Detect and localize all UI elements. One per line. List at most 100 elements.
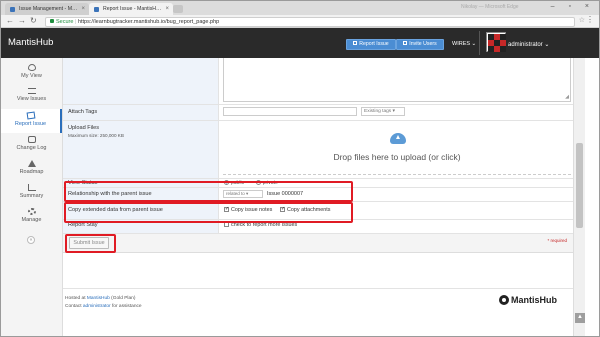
description-row: ◢: [63, 58, 573, 105]
sidebar-item-label: Summary: [19, 193, 44, 199]
close-tab-icon[interactable]: ×: [81, 3, 85, 15]
report-stay-row: Report Stay check to report more issues: [63, 220, 573, 234]
existing-tags-select[interactable]: Existing tags ▾: [361, 107, 405, 116]
sidebar-item-label: Manage: [21, 217, 42, 223]
sidebar-item-summary[interactable]: Summary: [1, 181, 62, 205]
sidebar-item-view-issues[interactable]: View Issues: [1, 85, 62, 109]
report-issue-button[interactable]: Report Issue: [346, 39, 396, 50]
url-text: https://learnbugtracker.mantishub.io/bug…: [77, 18, 220, 25]
browser-menu-icon[interactable]: ⋮: [586, 15, 594, 24]
cloud-upload-icon: [390, 133, 406, 144]
browser-tab-issue-management[interactable]: Issue Management - M… ×: [5, 3, 89, 15]
copy-notes-label: Copy issue notes: [231, 207, 273, 213]
parent-issue-id: Issue 0000007: [267, 191, 304, 197]
road-icon: [27, 160, 36, 167]
contact-link[interactable]: administrator: [83, 304, 111, 309]
hosted-line: Hosted at MantisHub (Gold Plan): [65, 296, 135, 301]
footer-logo: MantisHub: [499, 295, 557, 305]
mantishub-logo-icon: [499, 295, 509, 305]
window-controls[interactable]: – ▫ ×: [551, 3, 595, 10]
sidebar-item-label: Report Issue: [14, 121, 47, 127]
scroll-to-top-button[interactable]: ▲: [575, 313, 585, 323]
user-plus-icon: [403, 41, 408, 45]
copy-extended-label: Copy extended data from parent issue: [63, 202, 219, 219]
invite-users-button-label: Invite Users: [409, 41, 437, 47]
hosted-suffix: (Gold Plan): [111, 296, 136, 301]
report-stay-option-label: check to report more issues: [231, 222, 298, 228]
required-note: * required: [547, 238, 567, 243]
edit-icon: [26, 111, 35, 120]
gears-icon: [27, 208, 36, 215]
copy-extended-row: Copy extended data from parent issue Cop…: [63, 202, 573, 220]
report-stay-label: Report Stay: [63, 220, 219, 233]
bookmark-star-icon[interactable]: ☆: [579, 16, 585, 24]
user-menu[interactable]: administrator ⌄: [508, 41, 549, 48]
view-status-label: View Status: [63, 179, 219, 187]
sidebar-collapse-button[interactable]: «: [27, 236, 35, 244]
contact-line: Contact administrator for assistance: [65, 304, 142, 309]
lock-icon: [50, 19, 54, 23]
tag-input[interactable]: [223, 107, 357, 116]
sidebar-item-manage[interactable]: Manage: [1, 205, 62, 229]
close-tab-icon[interactable]: ×: [165, 3, 169, 15]
relationship-type-select[interactable]: related to ▾: [223, 190, 263, 198]
view-status-row: View Status public private: [63, 179, 573, 188]
additional-info-textarea[interactable]: ◢: [223, 58, 571, 102]
submit-row: Submit Issue * required: [63, 234, 573, 253]
sidebar-item-my-view[interactable]: My View: [1, 61, 62, 85]
browser-tab-report-issue[interactable]: Report Issue - MantisH… ×: [89, 3, 173, 15]
sidebar-item-change-log[interactable]: Change Log: [1, 133, 62, 157]
max-size-label: Maximum size: 250,000 KB: [68, 133, 124, 138]
copy-attachments-label: Copy attachments: [287, 207, 331, 213]
hosted-link[interactable]: MantisHub: [87, 296, 110, 301]
invite-users-button[interactable]: Invite Users: [396, 39, 444, 50]
relationship-row: Relationship with the parent issue relat…: [63, 188, 573, 202]
resize-handle-icon[interactable]: ◢: [565, 94, 569, 100]
forward-arrow-icon[interactable]: →: [18, 16, 26, 25]
project-selector[interactable]: WIRES ⌄: [452, 41, 476, 47]
copy-notes-checkbox[interactable]: [224, 206, 229, 212]
sidebar-item-label: View Issues: [16, 96, 47, 102]
copy-attachments-checkbox[interactable]: [280, 206, 285, 212]
view-status-public-label: public: [231, 180, 245, 186]
favicon-icon: [94, 6, 99, 12]
report-issue-form: ◢ Attach Tags Existing tags ▾ Upload Fil…: [63, 58, 573, 336]
sidebar-item-label: Change Log: [16, 145, 47, 151]
report-stay-checkbox[interactable]: [224, 222, 229, 227]
address-bar: ← → ↻ Secure | https://learnbugtracker.m…: [1, 15, 599, 28]
upload-files-label: Upload Files: [68, 125, 100, 131]
submit-issue-button[interactable]: Submit Issue: [69, 237, 109, 249]
file-dropzone[interactable]: Drop files here to upload (or click): [223, 123, 571, 175]
avatar[interactable]: [486, 32, 506, 52]
relationship-type-value: related to: [226, 191, 245, 196]
sidebar: My View View Issues Report Issue Change …: [1, 58, 63, 336]
sidebar-item-label: Roadmap: [19, 169, 44, 175]
hosted-prefix: Hosted at: [65, 296, 86, 301]
sidebar-item-report-issue[interactable]: Report Issue: [1, 109, 62, 133]
page-footer: Hosted at MantisHub (Gold Plan) Contact …: [63, 288, 573, 336]
view-status-private-label: private: [262, 180, 278, 186]
report-issue-button-label: Report Issue: [359, 41, 389, 47]
secure-label: Secure: [56, 18, 74, 25]
blurred-window-title: Nikolay — Microsoft Edge: [461, 4, 519, 10]
scrollbar-thumb[interactable]: [576, 143, 583, 228]
sidebar-item-roadmap[interactable]: Roadmap: [1, 157, 62, 181]
tab-label: Report Issue - MantisH…: [103, 6, 162, 12]
back-arrow-icon[interactable]: ←: [6, 16, 14, 25]
browser-window: Issue Management - M… × Report Issue - M…: [0, 0, 600, 337]
contact-prefix: Contact: [65, 304, 82, 309]
attach-tags-label: Attach Tags: [63, 105, 219, 120]
url-field[interactable]: Secure | https://learnbugtracker.mantish…: [45, 16, 575, 27]
upload-files-row: Upload Files Maximum size: 250,000 KB Dr…: [63, 121, 573, 179]
reload-icon[interactable]: ↻: [30, 16, 37, 25]
app-navbar: MantisHub Report Issue Invite Users WIRE…: [1, 28, 599, 58]
new-tab-button[interactable]: [173, 5, 183, 13]
view-status-private-radio[interactable]: [255, 180, 261, 185]
existing-tags-label: Existing tags: [364, 109, 392, 114]
brand-title[interactable]: MantisHub: [8, 37, 53, 48]
view-status-public-radio[interactable]: [224, 180, 229, 185]
footer-logo-text: MantisHub: [511, 295, 557, 305]
page-scrollbar[interactable]: ▲: [573, 58, 585, 336]
contact-suffix: for assistance: [111, 304, 142, 309]
favicon-icon: [10, 6, 15, 12]
